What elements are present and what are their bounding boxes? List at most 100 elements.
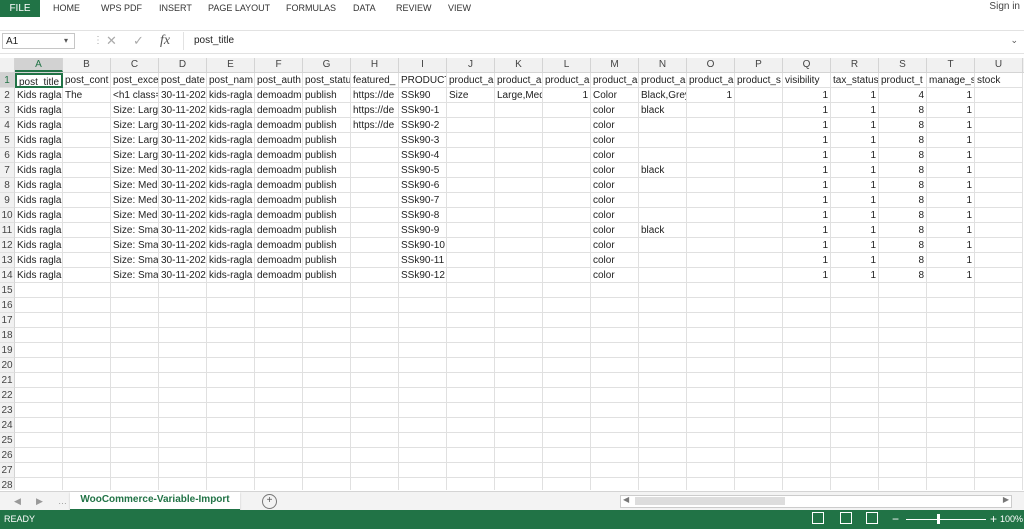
cell-m14[interactable]: color bbox=[591, 268, 639, 283]
cell-h3[interactable]: https://de bbox=[351, 103, 399, 118]
cell-f23[interactable] bbox=[255, 403, 303, 418]
cell-q14[interactable]: 1 bbox=[783, 268, 831, 283]
cell-e12[interactable]: kids-ragla bbox=[207, 238, 255, 253]
cell-m3[interactable]: color bbox=[591, 103, 639, 118]
cell-d27[interactable] bbox=[159, 463, 207, 478]
cell-t4[interactable]: 1 bbox=[927, 118, 975, 133]
cell-q12[interactable]: 1 bbox=[783, 238, 831, 253]
cell-n17[interactable] bbox=[639, 313, 687, 328]
cell-u27[interactable] bbox=[975, 463, 1023, 478]
tab-review[interactable]: REVIEW bbox=[396, 0, 432, 17]
cell-c19[interactable] bbox=[111, 343, 159, 358]
cell-k11[interactable] bbox=[495, 223, 543, 238]
cell-s9[interactable]: 8 bbox=[879, 193, 927, 208]
cell-h1[interactable]: featured_ bbox=[351, 73, 399, 88]
cell-i14[interactable]: SSk90-12 bbox=[399, 268, 447, 283]
cell-k25[interactable] bbox=[495, 433, 543, 448]
row-header[interactable]: 20 bbox=[0, 358, 15, 373]
cell-a12[interactable]: Kids raglan sleeve sv bbox=[15, 238, 63, 253]
cell-n4[interactable] bbox=[639, 118, 687, 133]
cell-r14[interactable]: 1 bbox=[831, 268, 879, 283]
cell-u1[interactable]: stock bbox=[975, 73, 1023, 88]
cell-m26[interactable] bbox=[591, 448, 639, 463]
cell-i18[interactable] bbox=[399, 328, 447, 343]
cell-b5[interactable] bbox=[63, 133, 111, 148]
cell-l12[interactable] bbox=[543, 238, 591, 253]
cell-g26[interactable] bbox=[303, 448, 351, 463]
cell-p4[interactable] bbox=[735, 118, 783, 133]
cell-s26[interactable] bbox=[879, 448, 927, 463]
cell-h8[interactable] bbox=[351, 178, 399, 193]
cell-j5[interactable] bbox=[447, 133, 495, 148]
cell-c6[interactable]: Size: Large bbox=[111, 148, 159, 163]
cell-k2[interactable]: Large,Med bbox=[495, 88, 543, 103]
cell-n15[interactable] bbox=[639, 283, 687, 298]
cell-r3[interactable]: 1 bbox=[831, 103, 879, 118]
cell-c21[interactable] bbox=[111, 373, 159, 388]
cell-d22[interactable] bbox=[159, 388, 207, 403]
cell-f3[interactable]: demoadm bbox=[255, 103, 303, 118]
cell-g21[interactable] bbox=[303, 373, 351, 388]
cell-s7[interactable]: 8 bbox=[879, 163, 927, 178]
cell-l11[interactable] bbox=[543, 223, 591, 238]
column-header-g[interactable]: G bbox=[303, 58, 351, 72]
cell-c8[interactable]: Size: Med bbox=[111, 178, 159, 193]
scroll-right-icon[interactable]: ▶ bbox=[1003, 495, 1009, 504]
cell-g12[interactable]: publish bbox=[303, 238, 351, 253]
formula-input[interactable]: post_title bbox=[183, 32, 1021, 50]
cell-c23[interactable] bbox=[111, 403, 159, 418]
cell-j22[interactable] bbox=[447, 388, 495, 403]
cell-b6[interactable] bbox=[63, 148, 111, 163]
cell-n26[interactable] bbox=[639, 448, 687, 463]
cell-o16[interactable] bbox=[687, 298, 735, 313]
cell-u2[interactable] bbox=[975, 88, 1023, 103]
cell-m22[interactable] bbox=[591, 388, 639, 403]
cell-c24[interactable] bbox=[111, 418, 159, 433]
cell-a20[interactable] bbox=[15, 358, 63, 373]
cell-f7[interactable]: demoadm bbox=[255, 163, 303, 178]
cell-q23[interactable] bbox=[783, 403, 831, 418]
cell-j4[interactable] bbox=[447, 118, 495, 133]
cell-h28[interactable] bbox=[351, 478, 399, 490]
cell-g22[interactable] bbox=[303, 388, 351, 403]
cell-a13[interactable]: Kids raglan sleeve sv bbox=[15, 253, 63, 268]
cell-b18[interactable] bbox=[63, 328, 111, 343]
file-tab[interactable]: FILE bbox=[0, 0, 40, 17]
cell-i15[interactable] bbox=[399, 283, 447, 298]
cell-d18[interactable] bbox=[159, 328, 207, 343]
cell-s27[interactable] bbox=[879, 463, 927, 478]
cell-c28[interactable] bbox=[111, 478, 159, 490]
cell-o3[interactable] bbox=[687, 103, 735, 118]
cell-g20[interactable] bbox=[303, 358, 351, 373]
cell-a5[interactable]: Kids raglan sleeve sv bbox=[15, 133, 63, 148]
cell-t26[interactable] bbox=[927, 448, 975, 463]
cell-o26[interactable] bbox=[687, 448, 735, 463]
cell-t14[interactable]: 1 bbox=[927, 268, 975, 283]
cell-s4[interactable]: 8 bbox=[879, 118, 927, 133]
cell-u23[interactable] bbox=[975, 403, 1023, 418]
name-box-dropdown-icon[interactable]: ▾ bbox=[64, 36, 68, 45]
cell-l10[interactable] bbox=[543, 208, 591, 223]
cell-j24[interactable] bbox=[447, 418, 495, 433]
column-header-i[interactable]: I bbox=[399, 58, 447, 72]
cell-f15[interactable] bbox=[255, 283, 303, 298]
row-header[interactable]: 18 bbox=[0, 328, 15, 343]
cell-o23[interactable] bbox=[687, 403, 735, 418]
cell-b2[interactable]: The bbox=[63, 88, 111, 103]
cell-m17[interactable] bbox=[591, 313, 639, 328]
row-header[interactable]: 19 bbox=[0, 343, 15, 358]
cell-o14[interactable] bbox=[687, 268, 735, 283]
cell-s5[interactable]: 8 bbox=[879, 133, 927, 148]
cell-n5[interactable] bbox=[639, 133, 687, 148]
cell-s23[interactable] bbox=[879, 403, 927, 418]
cell-b16[interactable] bbox=[63, 298, 111, 313]
cell-t10[interactable]: 1 bbox=[927, 208, 975, 223]
cell-q19[interactable] bbox=[783, 343, 831, 358]
column-header-d[interactable]: D bbox=[159, 58, 207, 72]
cell-q18[interactable] bbox=[783, 328, 831, 343]
cell-a18[interactable] bbox=[15, 328, 63, 343]
cell-t9[interactable]: 1 bbox=[927, 193, 975, 208]
cell-f13[interactable]: demoadm bbox=[255, 253, 303, 268]
cell-k10[interactable] bbox=[495, 208, 543, 223]
cell-o28[interactable] bbox=[687, 478, 735, 490]
